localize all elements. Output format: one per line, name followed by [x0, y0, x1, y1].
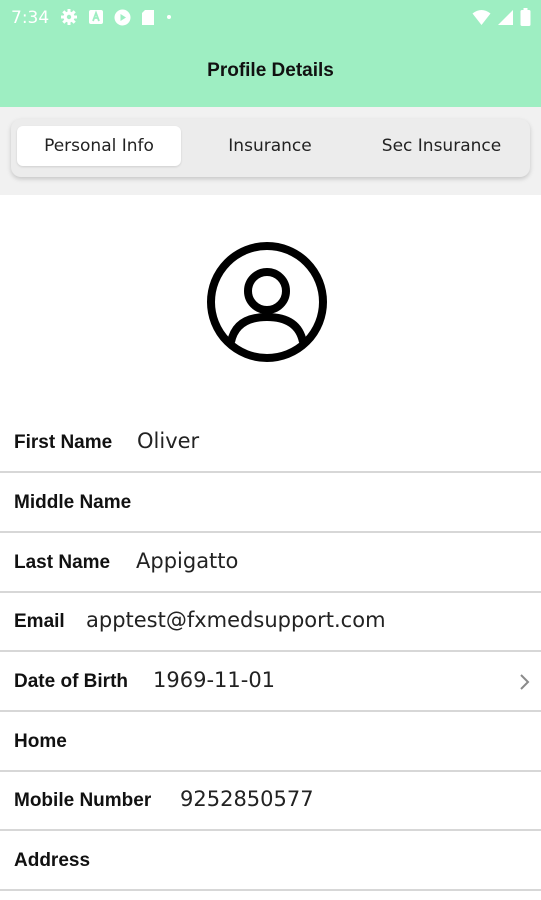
field-value[interactable]: Oliver [137, 429, 199, 453]
field-row-first-name[interactable]: First Name Oliver [0, 414, 541, 473]
status-time: 7:34 [11, 8, 50, 28]
tab-personal-info[interactable]: Personal Info [17, 126, 181, 166]
field-row-email[interactable]: Email apptest@fxmedsupport.com [0, 593, 541, 652]
tab-sec-insurance[interactable]: Sec Insurance [359, 126, 524, 166]
field-row-address[interactable]: Address [0, 832, 541, 891]
field-row-middle-name[interactable]: Middle Name [0, 474, 541, 533]
field-row-date-of-birth[interactable]: Date of Birth 1969-11-01 [0, 653, 541, 712]
field-value[interactable]: 1969-11-01 [153, 668, 275, 692]
field-label: First Name [14, 432, 113, 453]
tab-insurance[interactable]: Insurance [188, 126, 352, 166]
field-label: Mobile Number [14, 790, 152, 811]
segmented-tabs: Personal Info Insurance Sec Insurance [11, 119, 530, 177]
field-label: Last Name [14, 552, 111, 573]
wifi-icon [472, 9, 491, 25]
status-bar: 7:34 [0, 0, 541, 36]
field-label: Address [14, 850, 91, 871]
user-circle-icon[interactable] [206, 241, 328, 363]
signal-icon [498, 9, 513, 25]
page-title: Profile Details [207, 60, 334, 81]
field-label: Home [14, 731, 67, 752]
battery-icon [520, 8, 531, 26]
field-value[interactable]: 9252850577 [180, 787, 314, 811]
status-icons-right [472, 8, 531, 26]
tabs-container: Personal Info Insurance Sec Insurance [0, 107, 541, 195]
sd-card-icon [142, 9, 154, 25]
field-label: Email [14, 611, 65, 632]
avatar-svg [207, 242, 327, 362]
field-row-home[interactable]: Home [0, 713, 541, 772]
header: 7:34 Profile Details [0, 0, 541, 107]
a-icon [89, 10, 103, 24]
field-label: Middle Name [14, 492, 132, 513]
chevron-right-icon[interactable] [519, 673, 531, 691]
play-icon [114, 9, 131, 25]
gear-icon [61, 9, 77, 25]
field-value[interactable]: Appigatto [136, 549, 238, 573]
field-row-mobile-number[interactable]: Mobile Number 9252850577 [0, 772, 541, 831]
dot-icon [167, 15, 171, 19]
field-label: Date of Birth [14, 671, 128, 692]
field-value[interactable]: apptest@fxmedsupport.com [86, 608, 386, 632]
status-icons-left [60, 8, 173, 26]
field-row-last-name[interactable]: Last Name Appigatto [0, 534, 541, 593]
